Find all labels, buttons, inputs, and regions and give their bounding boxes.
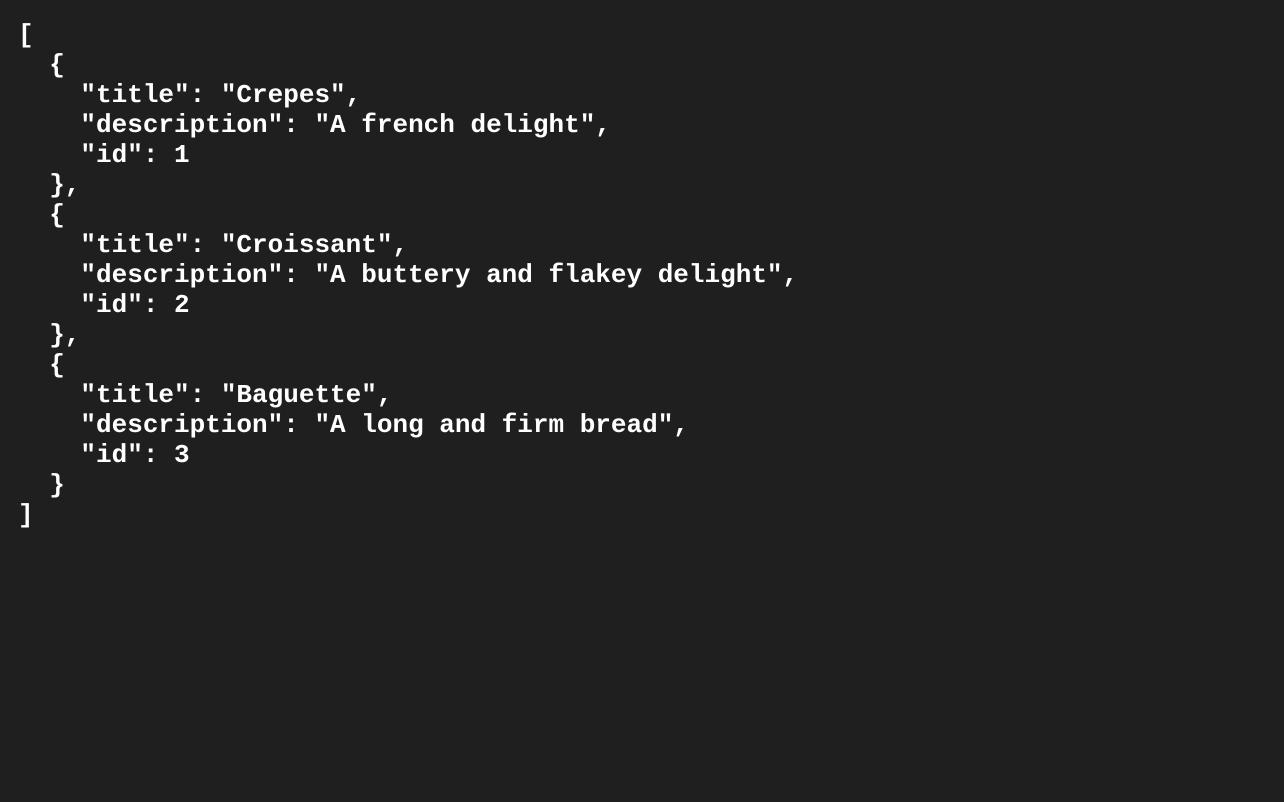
json-line: "description": "A buttery and flakey del… (18, 260, 799, 290)
json-line: "id": 1 (18, 140, 190, 170)
json-line: { (18, 50, 65, 80)
json-line: }, (18, 170, 81, 200)
json-viewer: [ { "title": "Crepes", "description": "A… (0, 0, 1284, 802)
json-line: } (18, 470, 65, 500)
json-line: "title": "Croissant", (18, 230, 409, 260)
json-line: "title": "Baguette", (18, 380, 393, 410)
json-line: [ (18, 20, 34, 50)
json-line: "description": "A french delight", (18, 110, 611, 140)
json-line: "description": "A long and firm bread", (18, 410, 689, 440)
json-line: "id": 2 (18, 290, 190, 320)
json-line: "title": "Crepes", (18, 80, 362, 110)
json-line: "id": 3 (18, 440, 190, 470)
json-line: { (18, 200, 65, 230)
json-line: { (18, 350, 65, 380)
json-line: }, (18, 320, 81, 350)
json-content[interactable]: [ { "title": "Crepes", "description": "A… (18, 20, 1284, 530)
json-line: ] (18, 500, 34, 530)
